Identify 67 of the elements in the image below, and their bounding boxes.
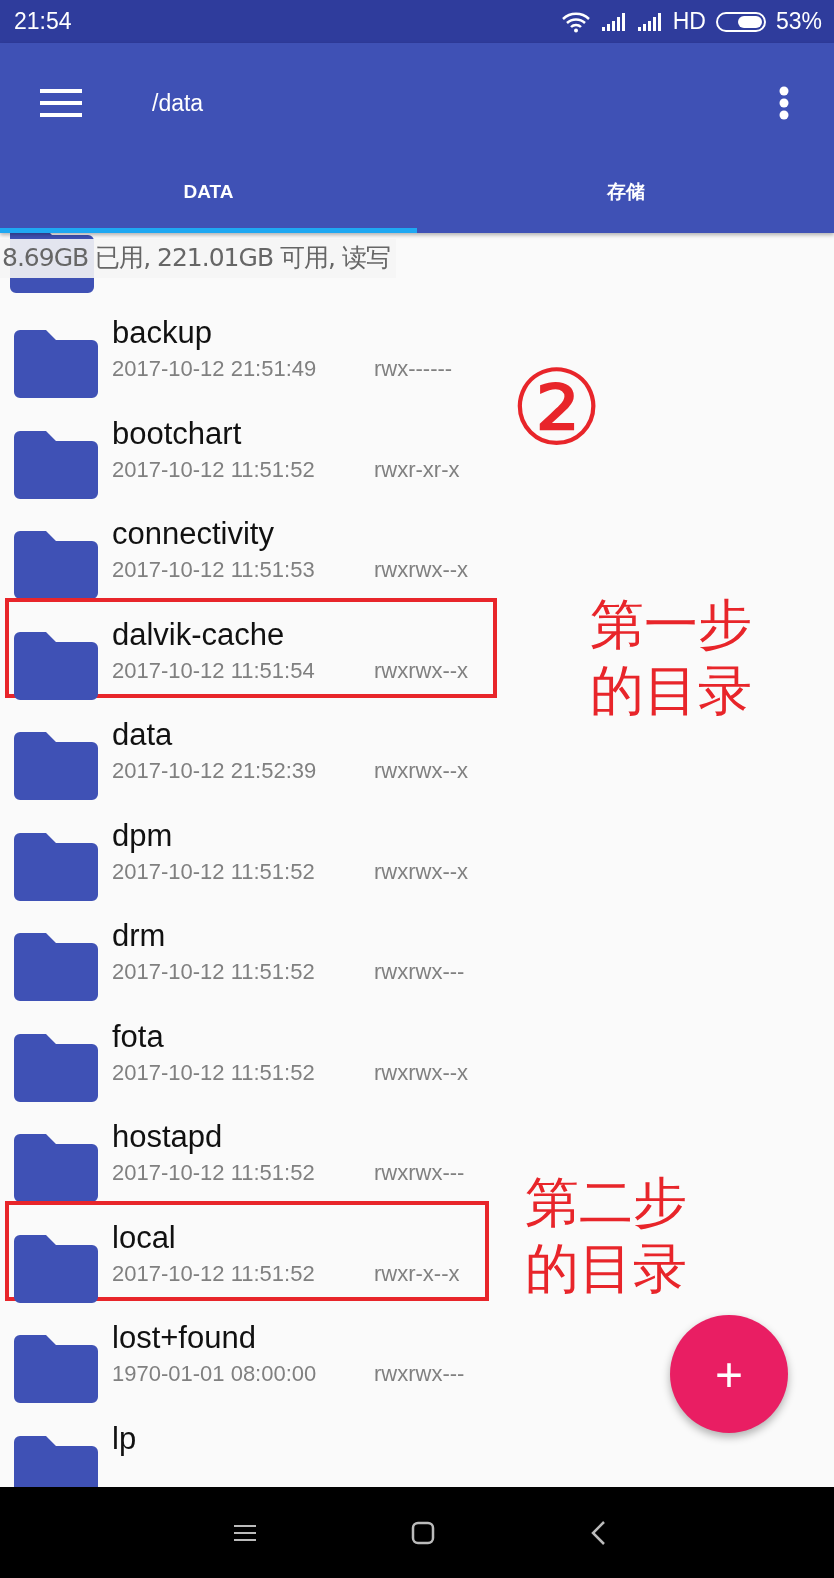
file-date: 2017-10-12 11:51:52: [112, 858, 316, 885]
file-name: drm: [112, 917, 167, 955]
folder-icon: [14, 430, 98, 499]
file-date: 2017-10-12 11:51:52: [112, 1160, 316, 1186]
file-permissions: rwxrwx--x: [374, 657, 469, 684]
folder-icon: [14, 732, 98, 800]
tab[interactable]: 存储: [417, 163, 834, 233]
storage-info-text: 8.69GB 已用, 221.01GB 可用, 读写: [0, 239, 396, 278]
folder-icon: [14, 832, 98, 901]
more-options-icon[interactable]: [779, 86, 789, 120]
clock-text: 21:54: [14, 8, 72, 35]
wifi-icon: [560, 10, 591, 33]
folder-icon: [14, 933, 98, 1001]
file-name: backup: [112, 314, 213, 352]
file-date: 1970-01-01 08:00:00: [112, 1361, 318, 1387]
file-name: bootchart: [112, 414, 243, 453]
file-name: dalvik-cache: [112, 615, 286, 654]
file-date: 2017-10-12 11:51:52: [112, 1260, 316, 1287]
file-permissions: rwxr-xr-x: [374, 456, 460, 483]
file-name: lost+found: [112, 1319, 257, 1357]
folder-icon: [14, 330, 98, 398]
file-date: 2017-10-12 21:52:39: [112, 758, 318, 784]
file-name: local: [112, 1218, 177, 1257]
file-permissions: rwxrwx---: [374, 1160, 465, 1186]
menu-icon[interactable]: [40, 87, 82, 119]
file-date: 2017-10-12 11:51:53: [112, 557, 316, 583]
annotation-text: 的目录: [525, 1235, 687, 1302]
file-name: data: [112, 716, 174, 754]
file-permissions: rwxrwx--x: [374, 758, 469, 784]
add-button[interactable]: +: [670, 1315, 788, 1433]
folder-icon: [14, 1435, 98, 1487]
file-date: 2017-10-12 21:51:49: [112, 356, 318, 382]
file-date: 2017-10-12 11:51:52: [112, 456, 316, 483]
annotation-text: 第一步: [590, 591, 752, 658]
folder-icon: [14, 531, 98, 599]
signal-icon: [600, 11, 627, 32]
folder-icon: [14, 1234, 98, 1303]
file-date: 2017-10-12 11:51:52: [112, 959, 316, 985]
annotation-text: 第二步: [525, 1169, 687, 1236]
file-date: 2017-10-12 11:51:54: [112, 657, 316, 684]
network-text: HD: [672, 8, 706, 35]
file-permissions: rwxrwx--x: [374, 858, 469, 885]
step-number: ②: [510, 356, 604, 460]
file-permissions: rwxrwx--x: [374, 557, 469, 583]
file-permissions: rwxrwx--x: [374, 1059, 469, 1086]
path-title: /data: [152, 89, 205, 117]
file-name: connectivity: [112, 515, 275, 553]
signal-icon: [636, 11, 663, 32]
file-name: fota: [112, 1017, 165, 1056]
back-icon[interactable]: [589, 1519, 606, 1546]
file-name: hostapd: [112, 1118, 224, 1156]
file-permissions: rwxr-x--x: [374, 1260, 460, 1287]
menu-icon[interactable]: [233, 1523, 256, 1542]
file-date: 2017-10-12 11:51:52: [112, 1059, 316, 1086]
folder-icon: [14, 1033, 98, 1102]
annotation-text: 的目录: [590, 657, 752, 724]
file-permissions: rwx------: [374, 356, 453, 382]
battery-text: 53%: [775, 8, 822, 35]
folder-icon: [14, 631, 98, 700]
battery-icon: [715, 11, 766, 32]
file-permissions: rwxrwx---: [374, 959, 465, 985]
file-name: lp: [112, 1419, 137, 1458]
folder-icon: [14, 1335, 98, 1403]
home-icon[interactable]: [410, 1520, 435, 1545]
file-permissions: rwxrwx---: [374, 1361, 465, 1387]
folder-icon: [14, 1134, 98, 1202]
file-name: dpm: [112, 816, 174, 855]
